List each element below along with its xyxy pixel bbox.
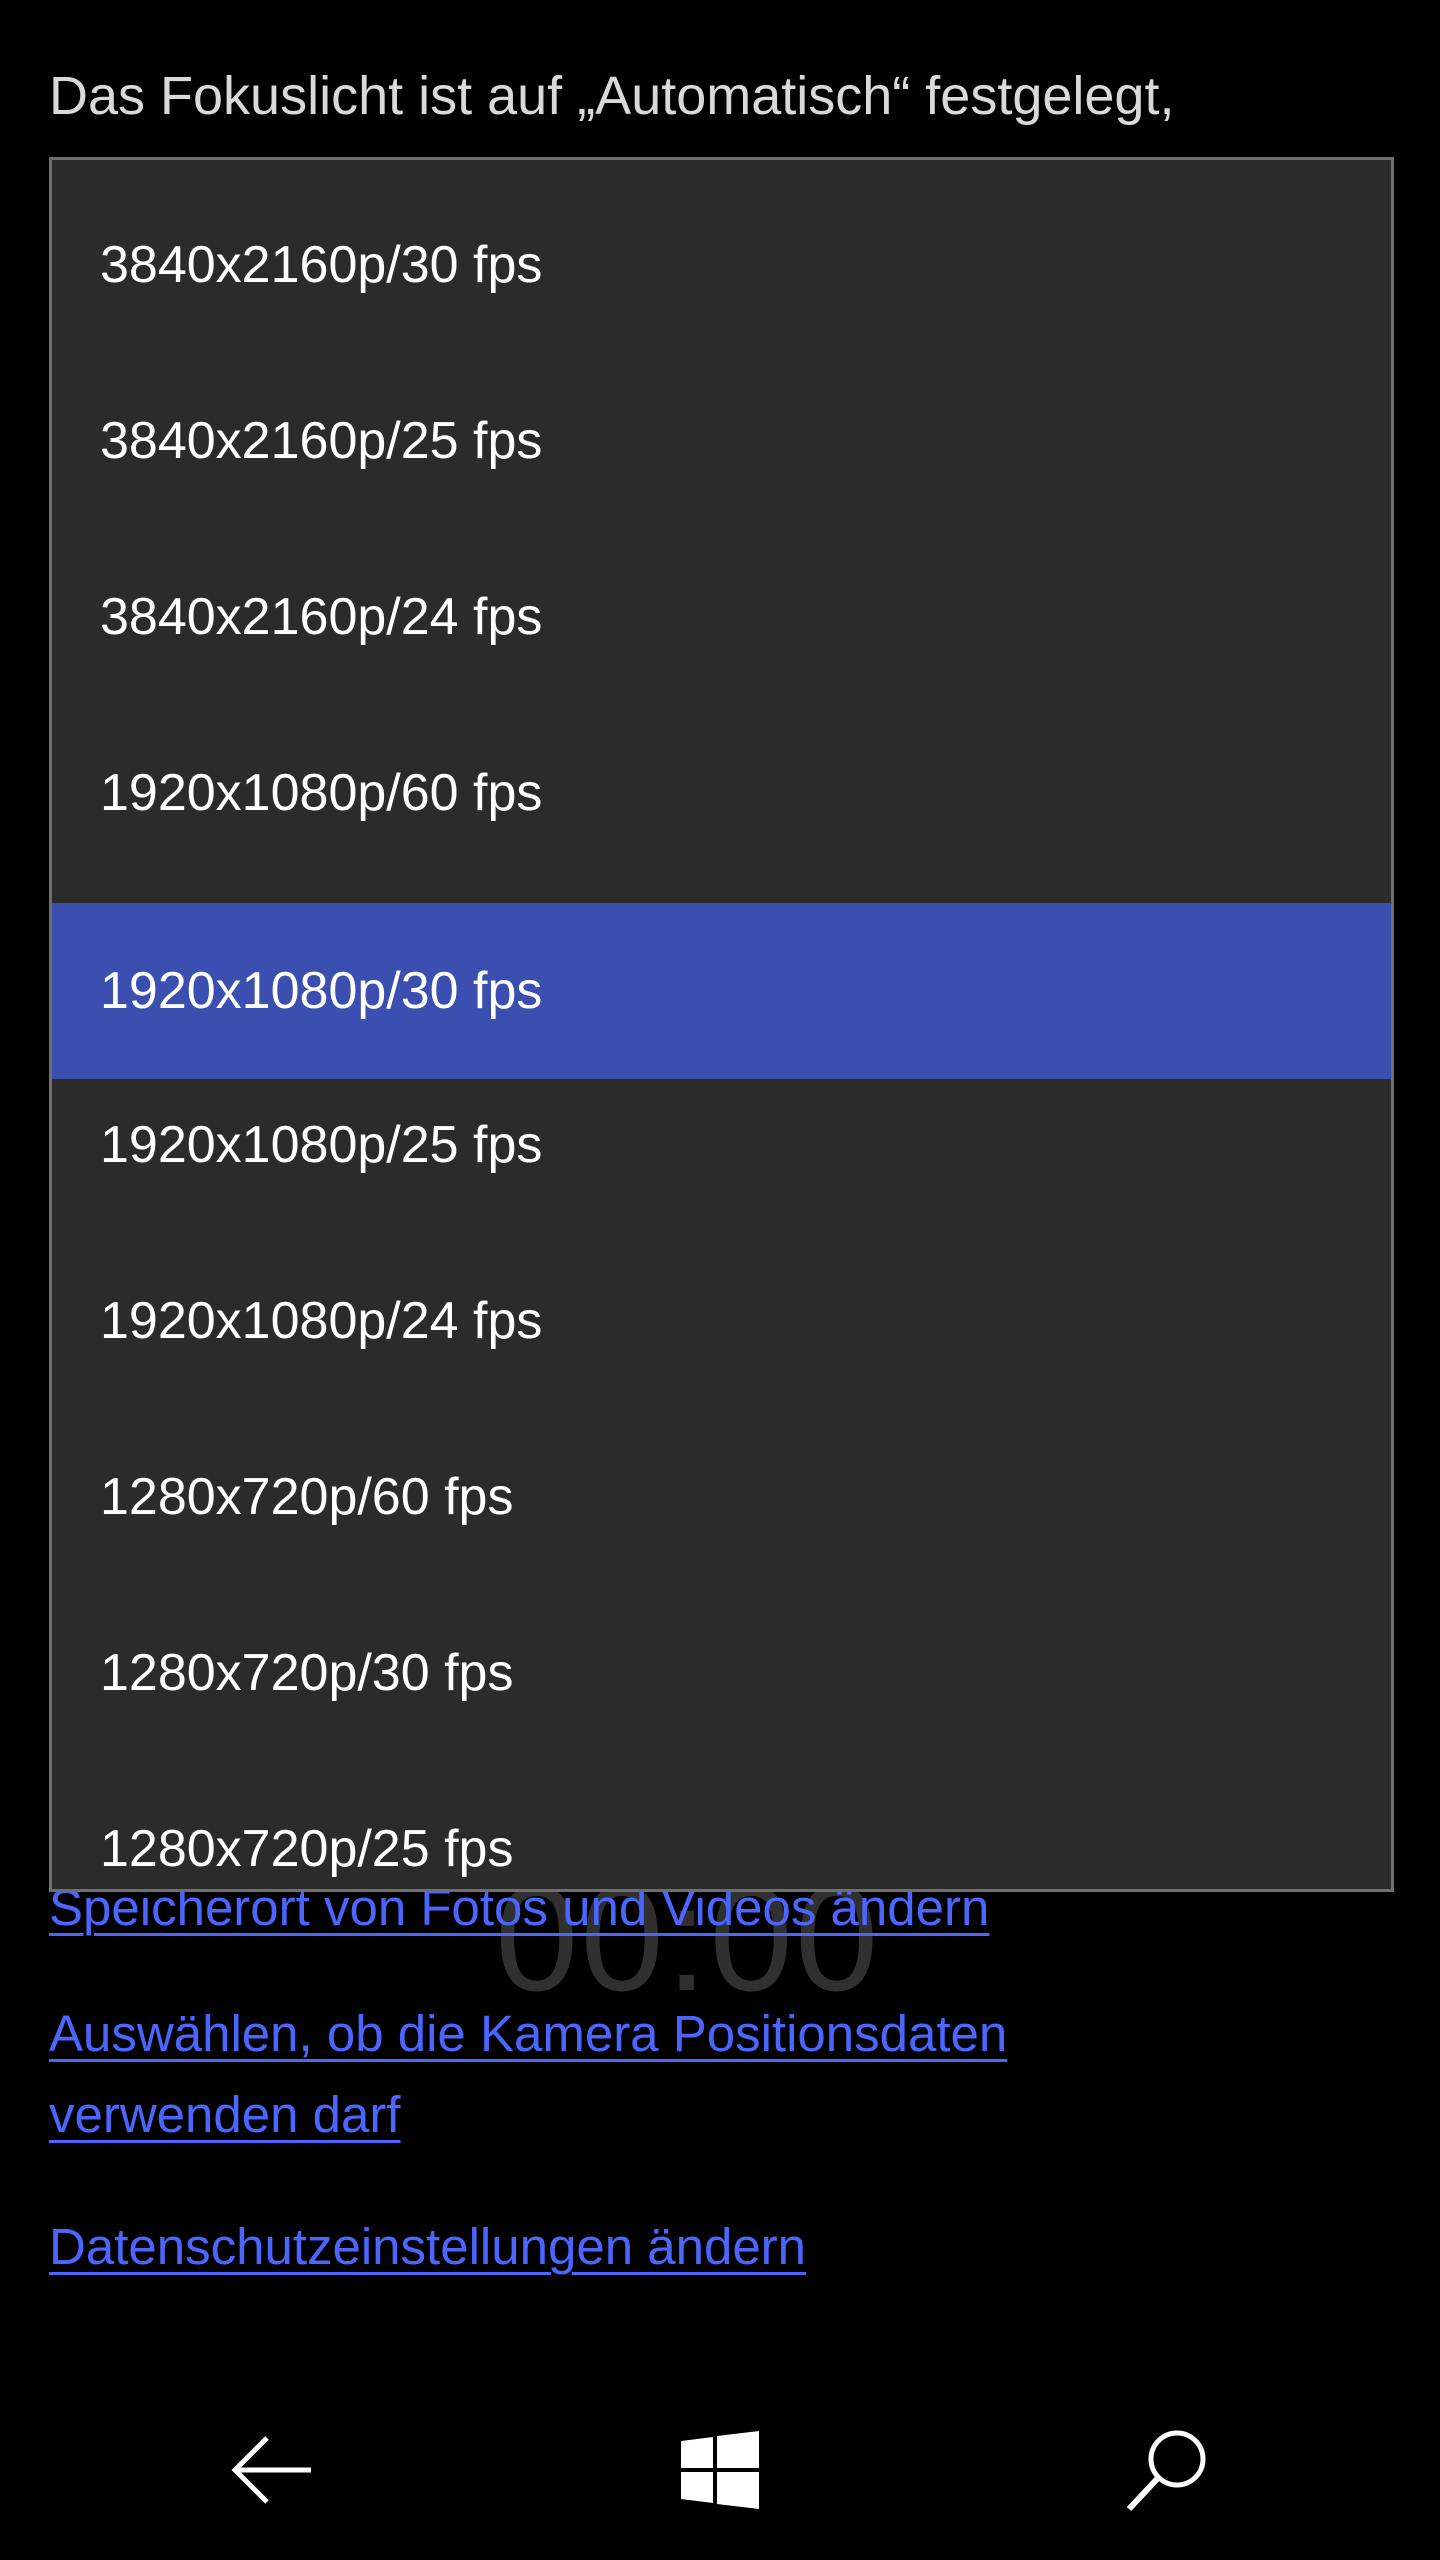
privacy-settings-link[interactable]: Datenschutzeinstellungen ändern — [49, 2207, 806, 2287]
location-data-link-line1[interactable]: Auswählen, ob die Kamera Positionsdaten — [49, 1994, 1007, 2074]
focus-light-description: Das Fokuslicht ist auf „Automatisch“ fes… — [49, 66, 1175, 126]
option-1280x720p-25fps[interactable]: 1280x720p/25 fps — [52, 1761, 1391, 1889]
option-3840x2160p-30fps[interactable]: 3840x2160p/30 fps — [52, 177, 1391, 353]
back-button[interactable] — [172, 2380, 372, 2560]
start-button[interactable] — [620, 2380, 820, 2560]
option-1920x1080p-60fps[interactable]: 1920x1080p/60 fps — [52, 705, 1391, 881]
option-3840x2160p-24fps[interactable]: 3840x2160p/24 fps — [52, 529, 1391, 705]
back-arrow-icon — [231, 2436, 311, 2504]
option-3840x2160p-25fps[interactable]: 3840x2160p/25 fps — [52, 353, 1391, 529]
navigation-bar — [0, 2380, 1440, 2560]
option-1920x1080p-25fps[interactable]: 1920x1080p/25 fps — [52, 1057, 1391, 1233]
option-1280x720p-60fps[interactable]: 1280x720p/60 fps — [52, 1409, 1391, 1585]
option-1920x1080p-30fps-selected[interactable]: 1920x1080p/30 fps — [52, 903, 1391, 1079]
search-button[interactable] — [1068, 2380, 1268, 2560]
option-1280x720p-30fps[interactable]: 1280x720p/30 fps — [52, 1585, 1391, 1761]
video-resolution-dropdown[interactable]: 3840x2160p/30 fps 3840x2160p/25 fps 3840… — [49, 157, 1394, 1892]
windows-start-icon — [681, 2431, 759, 2509]
option-1920x1080p-24fps[interactable]: 1920x1080p/24 fps — [52, 1233, 1391, 1409]
search-icon — [1126, 2430, 1206, 2512]
location-data-link-line2[interactable]: verwenden darf — [49, 2075, 401, 2155]
